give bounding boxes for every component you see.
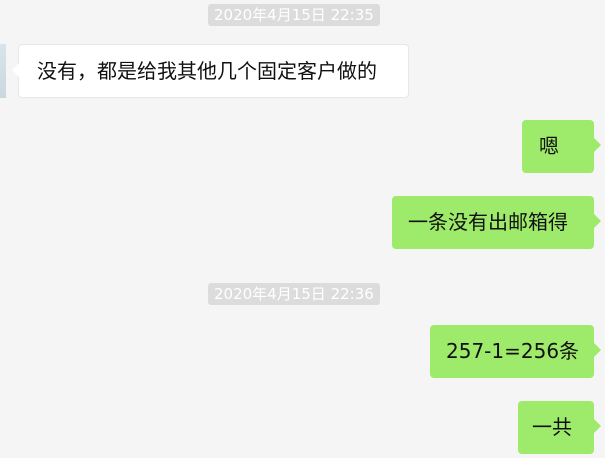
message-bubble[interactable]: 257-1=256条 xyxy=(430,325,601,378)
timestamp: 2020年4月15日 22:36 xyxy=(208,283,380,305)
chat-window: 2020年4月15日 22:35 没有，都是给我其他几个固定客户做的 嗯 一条没… xyxy=(0,0,605,458)
timestamp: 2020年4月15日 22:35 xyxy=(208,4,380,26)
message-bubble[interactable]: 一共 xyxy=(518,401,601,454)
message-bubble[interactable]: 没有，都是给我其他几个固定客户做的 xyxy=(12,44,409,98)
message-bubble[interactable]: 嗯 xyxy=(522,120,601,173)
message-bubble[interactable]: 一条没有出邮箱得 xyxy=(392,196,601,249)
avatar[interactable] xyxy=(0,44,6,98)
